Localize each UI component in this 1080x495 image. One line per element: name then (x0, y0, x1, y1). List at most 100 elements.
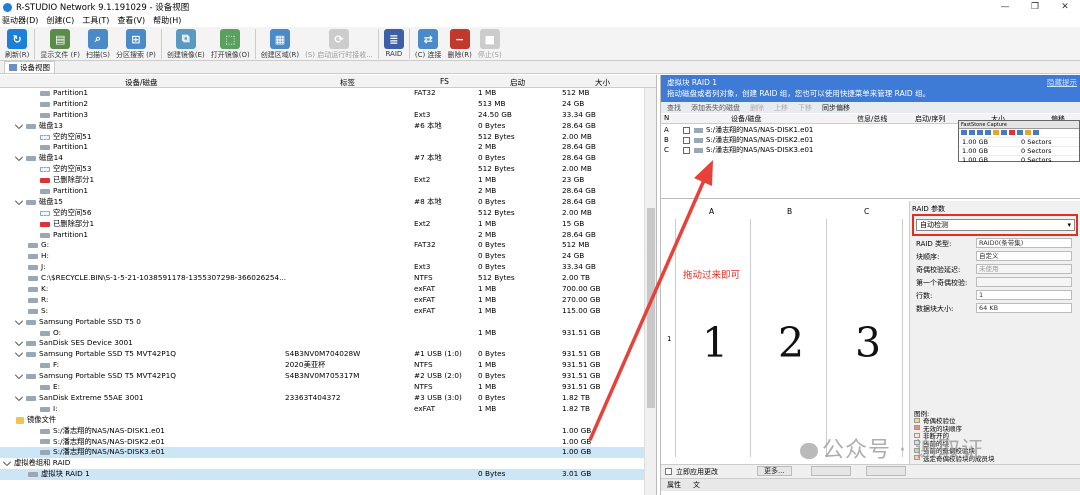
table-row[interactable]: Samsung Portable SSD T5 0 (0, 316, 645, 328)
toolbar-button-stop[interactable]: ■ 停止(S) (475, 27, 505, 60)
toolbar-button-refresh[interactable]: ↻ 刷新(R) (2, 27, 32, 60)
table-row[interactable]: Samsung Portable SSD T5 MVT42P1Q S4B3NV0M… (0, 370, 645, 382)
tab-text[interactable]: 文 (693, 480, 700, 490)
menu-tools[interactable]: 工具(T) (82, 15, 109, 26)
table-row[interactable]: 已删除部分1 Ext2 1 MB 15 GB (0, 219, 645, 230)
table-row[interactable]: S: exFAT 1 MB 115.00 GB (0, 306, 645, 317)
raid-tool-5[interactable]: 同步偏移 (822, 102, 850, 113)
table-row[interactable]: E: NTFS 1 MB 931.51 GB (0, 382, 645, 393)
toolbar-button-open-image[interactable]: ⬚ 打开镜像(O) (208, 27, 253, 60)
toolbar-button-scan[interactable]: ⌕ 扫描(S) (83, 27, 113, 60)
row-fs: exFAT (414, 305, 436, 315)
col-start[interactable]: 启动 (510, 77, 525, 88)
raid-tool-2[interactable]: 删除 (750, 103, 764, 113)
col-fs[interactable]: FS (440, 77, 449, 86)
raid-tool-4[interactable]: 下移 (798, 103, 812, 113)
table-row[interactable]: Samsung Portable SSD T5 MVT42P1Q S4B3NV0M… (0, 349, 645, 360)
expand-chevron-icon[interactable] (14, 338, 24, 347)
block-order-select[interactable]: 自定义 (976, 251, 1072, 261)
table-row[interactable]: S:/潘志翔的NAS/NAS-DISK3.e01 1.00 GB (0, 447, 645, 459)
col-label[interactable]: 标签 (340, 77, 355, 88)
parity-delay-select[interactable]: 未使用 (976, 264, 1072, 274)
table-row[interactable]: S:/潘志翔的NAS/NAS-DISK1.e01 1.00 GB (0, 426, 645, 437)
table-row[interactable]: Partition1 2 MB 28.64 GB (0, 186, 645, 197)
table-row[interactable]: Partition1 2 MB 28.64 GB (0, 230, 645, 241)
table-row[interactable]: 空的空间51 512 Bytes 2.00 MB (0, 132, 645, 143)
table-row[interactable]: 磁盘15 #8 本地 0 Bytes 28.64 GB (0, 196, 645, 208)
raid-type-select[interactable]: RAID0(条带集) (976, 238, 1072, 248)
table-row[interactable]: H: 0 Bytes 24 GB (0, 251, 645, 262)
vertical-scrollbar[interactable] (644, 88, 656, 495)
apply-now-checkbox[interactable] (665, 468, 672, 475)
table-row[interactable]: 磁盘13 #6 本地 0 Bytes 28.64 GB (0, 120, 645, 132)
table-row[interactable]: R: exFAT 1 MB 270.00 GB (0, 295, 645, 306)
tab-device-view[interactable]: 设备视图 (4, 61, 55, 73)
menu-view[interactable]: 查看(V) (117, 15, 145, 26)
minimize-icon[interactable]: — (990, 0, 1020, 14)
table-row[interactable]: K: exFAT 1 MB 700.00 GB (0, 284, 645, 295)
tab-properties[interactable]: 属性 (667, 480, 681, 490)
table-row[interactable]: Partition2 513 MB 24 GB (0, 99, 645, 110)
row-size: 28.64 GB (562, 229, 596, 239)
expand-chevron-icon[interactable] (14, 316, 24, 325)
restore-icon[interactable]: ❐ (1020, 0, 1050, 14)
close-icon[interactable]: ✕ (1050, 0, 1080, 14)
disabled-button-2[interactable] (866, 466, 906, 476)
auto-detect-select[interactable]: 自动检测 ▾ (916, 219, 1075, 231)
toolbar-button-raid[interactable]: ≣ RAID (381, 27, 407, 60)
hide-hint-link[interactable]: 隐藏提示 (1047, 77, 1077, 88)
table-row[interactable]: 已删除部分1 Ext2 1 MB 23 GB (0, 175, 645, 186)
table-row[interactable]: S:/潘志翔的NAS/NAS-DISK2.e01 1.00 GB (0, 437, 645, 448)
raid-tool-0[interactable]: 查找 (667, 103, 681, 113)
menu-help[interactable]: 帮助(H) (153, 15, 181, 26)
table-row[interactable]: 空的空间53 512 Bytes 2.00 MB (0, 164, 645, 175)
table-row[interactable]: C:\$RECYCLE.BIN\S-1-5-21-1038591178-1355… (0, 273, 645, 284)
raid-disk-checkbox[interactable] (683, 136, 690, 144)
table-row[interactable]: SanDisk Extreme 55AE 3001 23363T404372 #3 … (0, 392, 645, 404)
toolbar-button-runtime[interactable]: ⟳ (S) 启动运行时接收... (302, 27, 376, 60)
toolbar-button-connect[interactable]: ⇄ (C) 连接 (412, 27, 445, 60)
row-name: 空的空间56 (53, 207, 92, 217)
table-row[interactable]: G: FAT32 0 Bytes 512 MB (0, 240, 645, 251)
menu-create[interactable]: 创建(C) (46, 15, 74, 26)
block-size-select[interactable]: 64 KB (976, 303, 1072, 313)
expand-chevron-icon[interactable] (2, 457, 12, 467)
table-row[interactable]: 虚拟块 RAID 1 0 Bytes 3.01 GB (0, 469, 645, 481)
table-row[interactable]: 磁盘14 #7 本地 0 Bytes 28.64 GB (0, 153, 645, 164)
expand-chevron-icon[interactable] (14, 370, 24, 380)
table-row[interactable]: J: Ext3 0 Bytes 33.34 GB (0, 262, 645, 273)
toolbar-button-partition-search[interactable]: ⊞ 分区搜索 (P) (113, 27, 159, 60)
raid-tool-3[interactable]: 上移 (774, 103, 788, 113)
table-row[interactable]: 镜像文件 (0, 415, 645, 426)
disabled-button-1[interactable] (811, 466, 851, 476)
table-row[interactable]: SanDisk SES Device 3001 (0, 338, 645, 349)
table-row[interactable]: Partition1 2 MB 28.64 GB (0, 142, 645, 153)
expand-chevron-icon[interactable] (14, 349, 24, 358)
col-device[interactable]: 设备/磁盘 (125, 77, 158, 88)
table-row[interactable]: 空的空间56 512 Bytes 2.00 MB (0, 208, 645, 219)
raid-disk-checkbox[interactable] (683, 126, 690, 134)
menu-drives[interactable]: 驱动器(D) (2, 15, 38, 26)
expand-chevron-icon[interactable] (14, 196, 24, 206)
expand-chevron-icon[interactable] (14, 120, 24, 129)
expand-chevron-icon[interactable] (14, 392, 24, 402)
expand-chevron-icon[interactable] (14, 153, 24, 162)
scroll-thumb[interactable] (647, 208, 655, 408)
col-size[interactable]: 大小 (595, 77, 610, 88)
first-parity-select[interactable] (976, 277, 1072, 287)
toolbar-button-folder[interactable]: ▤ 显示文件 (F) (37, 27, 83, 60)
table-row[interactable]: 虚拟卷组和 RAID (0, 457, 645, 469)
more-button[interactable]: 更多... (757, 466, 792, 476)
table-row[interactable]: F: 2020美亚杯 NTFS 1 MB 931.51 GB (0, 360, 645, 371)
toolbar-button-create-image[interactable]: ⧉ 创建镜像(E) (164, 27, 208, 60)
table-row[interactable]: Partition1 FAT32 1 MB 512 MB (0, 88, 645, 99)
toolbar-button-delete[interactable]: − 删除(R) (444, 27, 474, 60)
toolbar-button-create-region[interactable]: ▦ 创建区域(R) (258, 27, 302, 60)
raid-disk-checkbox[interactable] (683, 146, 690, 154)
partition-icon (40, 439, 50, 445)
table-row[interactable]: I: exFAT 1 MB 1.82 TB (0, 404, 645, 415)
rows-input[interactable]: 1 (976, 290, 1072, 300)
table-row[interactable]: O: 1 MB 931.51 GB (0, 328, 645, 339)
table-row[interactable]: Partition3 Ext3 24.50 GB 33.34 GB (0, 110, 645, 121)
raid-tool-1[interactable]: 添加丢失的磁盘 (691, 103, 740, 113)
